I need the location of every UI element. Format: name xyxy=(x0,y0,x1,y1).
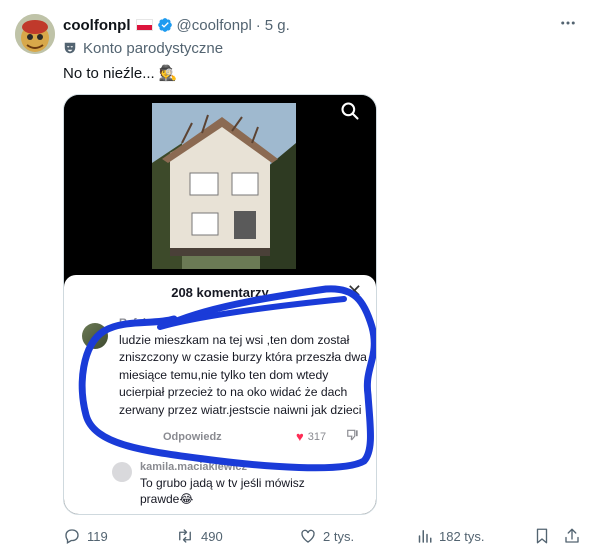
avatar[interactable] xyxy=(15,14,55,54)
comment-like-count: 317 xyxy=(307,430,327,443)
views-chart-icon xyxy=(418,530,432,543)
reply-label: Odpowiedz xyxy=(163,431,222,443)
comments-count-title: 208 komentarzy xyxy=(171,285,269,300)
more-options-icon[interactable] xyxy=(555,10,581,36)
display-name[interactable]: coolfonpl xyxy=(63,17,131,34)
search-icon[interactable] xyxy=(340,101,360,126)
commenter-avatar xyxy=(82,323,108,349)
retweet-icon xyxy=(179,529,191,543)
bookmark-icon xyxy=(536,528,548,544)
views-button[interactable]: 182 tys. xyxy=(415,524,485,548)
detective-emoji: 🕵 xyxy=(158,65,178,82)
like-button[interactable]: 2 tys. xyxy=(299,524,354,548)
handle[interactable]: @coolfonpl xyxy=(177,17,252,34)
parody-mask-icon xyxy=(64,42,76,54)
comments-sheet: 208 komentarzy ✕ Rafał ludzie mieszkam n… xyxy=(64,275,376,514)
like-heart-icon xyxy=(301,529,315,543)
media-image[interactable]: 208 komentarzy ✕ Rafał ludzie mieszkam n… xyxy=(63,94,377,515)
share-button[interactable] xyxy=(563,524,587,548)
bookmark-button[interactable] xyxy=(533,524,557,548)
close-icon: ✕ xyxy=(346,281,362,301)
verified-badge-icon[interactable] xyxy=(157,17,173,33)
like-count: 2 tys. xyxy=(323,528,355,544)
damaged-house-illustration xyxy=(152,103,296,269)
parody-account-label: Konto parodystyczne xyxy=(63,38,223,58)
retweet-count: 490 xyxy=(201,528,223,544)
parody-label-text: Konto parodystyczne xyxy=(83,39,224,57)
timestamp[interactable]: 5 g. xyxy=(265,17,290,34)
tweet-text-content: No to nieźle... xyxy=(63,64,155,82)
reply-button[interactable]: 119 xyxy=(63,524,108,548)
reply-count: 119 xyxy=(87,528,108,544)
house-photo xyxy=(64,95,376,285)
separator-dot: · xyxy=(255,16,261,34)
share-icon xyxy=(565,528,579,543)
reply-icon xyxy=(65,529,79,544)
tweet-header: coolfonpl @coolfonpl · 5 g. xyxy=(63,14,581,36)
comment-user: Rafał xyxy=(119,317,146,329)
heart-icon: ♥ xyxy=(296,429,304,444)
dislike-icon xyxy=(346,428,360,447)
comment-likes: ♥ 317 xyxy=(296,429,326,444)
commenter-avatar-2 xyxy=(112,462,132,482)
retweet-button[interactable]: 490 xyxy=(175,524,223,548)
views-count: 182 tys. xyxy=(439,528,485,544)
tweet-actions: 119 490 2 tys. 182 tys. xyxy=(63,524,583,548)
tweet-text: No to nieźle... 🕵 xyxy=(63,64,178,83)
poland-flag-icon xyxy=(135,19,153,31)
comment-user-2: kamila.maciakiewicz xyxy=(140,461,248,473)
comment-text: ludzie mieszkam na tej wsi ,ten dom zost… xyxy=(119,333,367,417)
comment-text-2: To grubo jadą w tv jeśli mówisz prawde😂 xyxy=(140,476,305,506)
